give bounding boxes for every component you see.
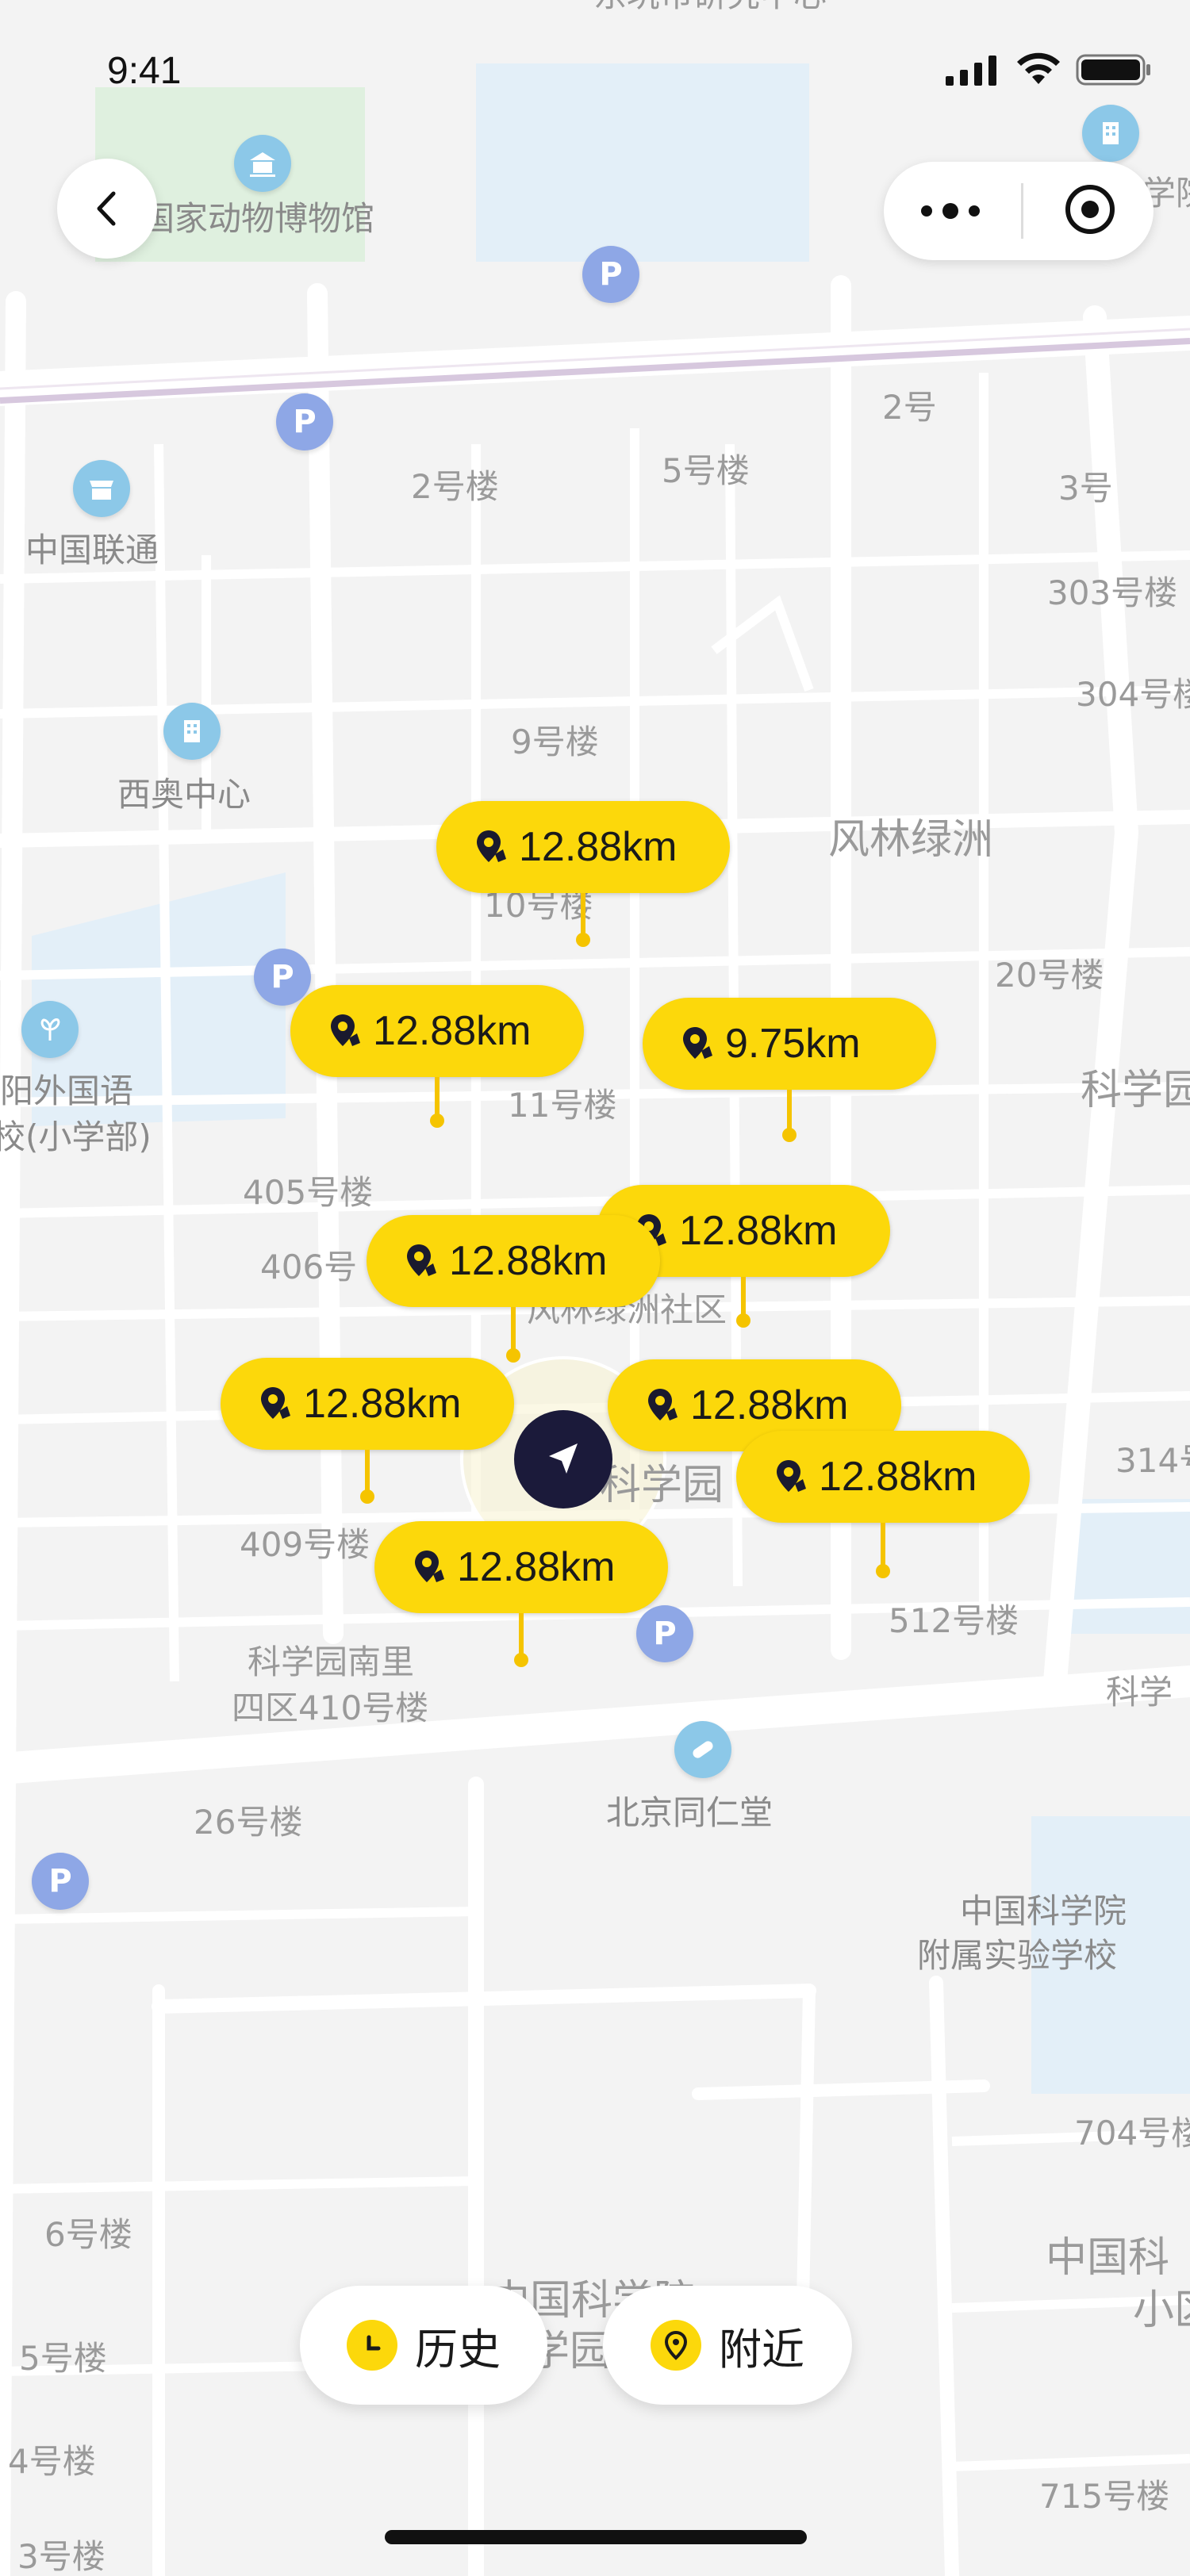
map-label: 6号楼 xyxy=(44,2215,132,2254)
map-label: 405号楼 xyxy=(243,1173,374,1212)
status-icons xyxy=(944,52,1152,87)
distance-pill[interactable]: 12.88km xyxy=(736,1431,1030,1523)
map-label: 中国科 xyxy=(1046,2234,1170,2282)
distance-label: 9.75km xyxy=(725,1021,861,1067)
map-label: 303号楼 xyxy=(1047,573,1178,612)
map-label: 北京同仁堂 xyxy=(606,1793,774,1832)
wifi-icon xyxy=(1017,52,1060,84)
distance-pill[interactable]: 12.88km xyxy=(374,1521,668,1613)
map-label: 中国科学院 xyxy=(960,1892,1127,1930)
battery-icon xyxy=(1076,54,1150,86)
route-pin-icon xyxy=(415,1551,444,1582)
map-label: 26号楼 xyxy=(194,1803,303,1842)
map-label: 科学园南里 xyxy=(248,1643,415,1681)
map-label: 中国联通 xyxy=(25,531,159,569)
parking-icon: P xyxy=(276,393,333,450)
map-canvas[interactable]: P P P P P 东坑市研究中心 国家动物博物馆 中国联通 西奥中心 阳外国语… xyxy=(0,0,1190,2576)
school-icon xyxy=(21,1001,79,1058)
nearby-label: 附近 xyxy=(719,2324,804,2375)
parking-icon: P xyxy=(636,1605,693,1662)
map-label: 409号楼 xyxy=(240,1525,370,1564)
home-indicator xyxy=(385,2530,807,2544)
distance-pill[interactable]: 12.88km xyxy=(221,1358,514,1450)
map-label: 国家动物博物馆 xyxy=(141,199,375,238)
route-pin-icon xyxy=(261,1387,290,1419)
map-label: 西奥中心 xyxy=(117,775,251,814)
record-target-icon xyxy=(1065,185,1115,234)
map-label: 风林绿洲 xyxy=(828,816,994,864)
navigation-arrow-icon xyxy=(549,1443,578,1474)
map-label: 阳外国语 xyxy=(0,1071,134,1110)
distance-label: 12.88km xyxy=(303,1381,462,1427)
map-label: 304号楼 xyxy=(1076,675,1190,714)
route-pin-icon xyxy=(648,1389,678,1420)
map-label: 4号楼 xyxy=(8,2442,96,2481)
clock-icon xyxy=(347,2320,397,2371)
museum-icon xyxy=(234,135,291,192)
history-label: 历史 xyxy=(415,2324,501,2375)
chevron-left-icon xyxy=(97,191,116,226)
route-pin-icon xyxy=(331,1014,360,1046)
distance-pill[interactable]: 9.75km xyxy=(643,998,936,1090)
distance-label: 12.88km xyxy=(519,824,678,870)
distance-pill[interactable]: 12.88km xyxy=(367,1215,660,1307)
close-miniprogram-button[interactable] xyxy=(1061,181,1119,241)
distance-label: 12.88km xyxy=(690,1382,849,1428)
more-dots-icon xyxy=(921,203,980,219)
route-pin-icon xyxy=(777,1460,806,1492)
map-label: 2号 xyxy=(882,388,937,427)
parking-icon: P xyxy=(254,949,311,1006)
map-label: 5号楼 xyxy=(19,2339,107,2378)
map-label: 3号楼 xyxy=(17,2537,106,2576)
signal-icon xyxy=(946,56,996,86)
building-icon xyxy=(1082,105,1139,162)
map-label: 9号楼 xyxy=(511,723,599,761)
map-label: 20号楼 xyxy=(995,956,1104,995)
parking-icon: P xyxy=(582,246,639,303)
map-label: 四区410号楼 xyxy=(232,1689,429,1727)
telecom-store-icon xyxy=(73,460,130,517)
map-label: 704号楼 xyxy=(1074,2114,1190,2152)
distance-pill[interactable]: 12.88km xyxy=(436,801,730,893)
distance-label: 12.88km xyxy=(679,1208,838,1254)
distance-label: 12.88km xyxy=(373,1008,532,1054)
status-time: 9:41 xyxy=(107,50,182,92)
route-pin-icon xyxy=(683,1027,712,1059)
parking-icon: P xyxy=(32,1853,89,1910)
map-label: 3号 xyxy=(1058,469,1113,508)
route-pin-icon xyxy=(407,1244,436,1276)
map-label: 512号楼 xyxy=(889,1601,1019,1640)
back-button[interactable] xyxy=(57,159,157,259)
map-label: 东坑市研究中心 xyxy=(593,0,827,14)
route-pin-icon xyxy=(477,830,506,862)
location-pin-icon xyxy=(651,2320,701,2371)
map-label: 科学园 xyxy=(600,1462,724,1509)
distance-label: 12.88km xyxy=(449,1238,608,1284)
more-button[interactable] xyxy=(919,201,982,220)
building-icon xyxy=(163,703,221,760)
map-label: 5号楼 xyxy=(662,451,750,490)
map-label: 11号楼 xyxy=(508,1086,617,1125)
capsule-divider xyxy=(1020,183,1023,239)
map-label: 附属实验学校 xyxy=(917,1936,1118,1975)
map-label: 406号 xyxy=(260,1248,358,1286)
nearby-button[interactable]: 附近 xyxy=(603,2286,852,2405)
map-label: 314号 xyxy=(1115,1441,1190,1480)
capsule-menu xyxy=(884,162,1154,260)
map-label: 2号楼 xyxy=(411,467,499,506)
map-label: 校(小学部) xyxy=(0,1117,152,1156)
map-label: 科学 xyxy=(1106,1673,1173,1712)
map-label: 715号楼 xyxy=(1039,2477,1170,2516)
distance-pill[interactable]: 12.88km xyxy=(290,985,584,1077)
map-label: 科学园 xyxy=(1081,1067,1190,1114)
pharmacy-icon xyxy=(674,1721,731,1778)
map-label: 小区 xyxy=(1133,2287,1190,2334)
distance-label: 12.88km xyxy=(457,1544,616,1590)
current-location-marker[interactable] xyxy=(514,1410,612,1508)
history-button[interactable]: 历史 xyxy=(300,2286,547,2405)
distance-label: 12.88km xyxy=(819,1454,977,1500)
